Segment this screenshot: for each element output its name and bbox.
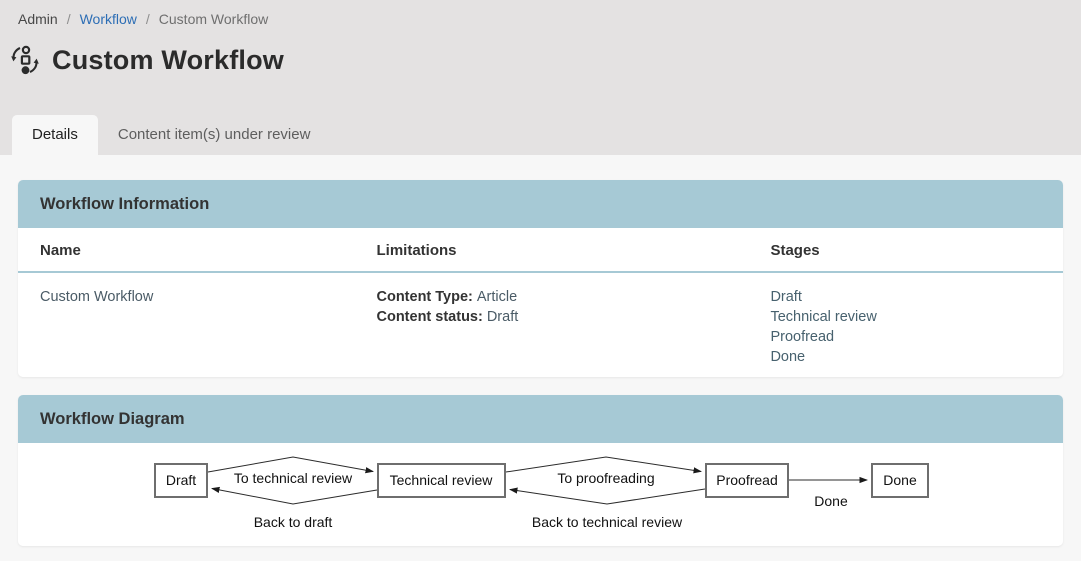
page-title: Custom Workflow [52, 45, 284, 76]
node-label-done: Done [883, 472, 917, 488]
transition-label-to-proofreading: To proofreading [557, 470, 654, 486]
stage-item: Draft [770, 287, 1041, 307]
edge-back-to-draft [212, 489, 377, 505]
limitation-content-status: Content status: Draft [376, 307, 726, 327]
transition-label-back-to-technical-review: Back to technical review [532, 514, 683, 530]
tab-details[interactable]: Details [12, 115, 98, 155]
column-header-stages: Stages [748, 228, 1063, 272]
diagram-node-proofread: Proofread [706, 464, 788, 497]
table-row: Custom Workflow Content Type: Article Con… [18, 272, 1063, 377]
breadcrumb-separator: / [67, 11, 71, 27]
workflow-diagram-header: Workflow Diagram [18, 395, 1063, 443]
diagram-node-technical-review: Technical review [378, 464, 505, 497]
limitation-label: Content Type: [376, 289, 472, 305]
stages-cell: Draft Technical review Proofread Done [748, 272, 1063, 377]
column-header-name: Name [18, 228, 354, 272]
tab-bar: Details Content item(s) under review [12, 115, 330, 155]
topbar: Admin / Workflow / Custom Workflow Custo… [0, 0, 1081, 155]
limitation-value: Article [477, 289, 517, 305]
breadcrumb: Admin / Workflow / Custom Workflow [0, 0, 1081, 27]
node-label-technical-review: Technical review [390, 472, 494, 488]
limitations-cell: Content Type: Article Content status: Draf… [354, 272, 748, 377]
workflow-name-cell: Custom Workflow [18, 272, 354, 377]
transition-label-back-to-draft: Back to draft [254, 514, 333, 530]
limitation-value: Draft [487, 309, 518, 325]
limitation-content-type: Content Type: Article [376, 287, 726, 307]
breadcrumb-item-admin: Admin [18, 11, 58, 27]
breadcrumb-separator: / [146, 11, 150, 27]
workflow-information-body: Name Limitations Stages Custom Workflow … [18, 228, 1063, 377]
main-content: Workflow Information Name Limitations St… [0, 155, 1081, 546]
stage-item: Done [770, 347, 1041, 367]
workflow-information-panel: Workflow Information Name Limitations St… [18, 180, 1063, 377]
workflow-information-table: Name Limitations Stages Custom Workflow … [18, 228, 1063, 377]
stage-item: Proofread [770, 327, 1041, 347]
page-header: Custom Workflow [0, 27, 1081, 76]
workflow-icon [10, 44, 40, 76]
breadcrumb-item-current: Custom Workflow [159, 11, 268, 27]
workflow-diagram-svg: To technical review Back to draft To pro… [18, 443, 1063, 546]
node-label-draft: Draft [166, 472, 196, 488]
workflow-diagram-body: To technical review Back to draft To pro… [18, 443, 1063, 546]
diagram-node-draft: Draft [155, 464, 207, 497]
diagram-node-done: Done [872, 464, 928, 497]
transition-label-to-technical-review: To technical review [234, 470, 353, 486]
limitation-label: Content status: [376, 309, 482, 325]
breadcrumb-item-workflow[interactable]: Workflow [80, 11, 137, 27]
column-header-limitations: Limitations [354, 228, 748, 272]
transition-label-done: Done [814, 493, 848, 509]
workflow-diagram-panel: Workflow Diagram To technical review Bac… [18, 395, 1063, 546]
tab-content-items-under-review[interactable]: Content item(s) under review [98, 115, 331, 155]
workflow-information-header: Workflow Information [18, 180, 1063, 228]
node-label-proofread: Proofread [716, 472, 777, 488]
stage-item: Technical review [770, 307, 1041, 327]
edge-back-to-technical-review [510, 489, 705, 504]
